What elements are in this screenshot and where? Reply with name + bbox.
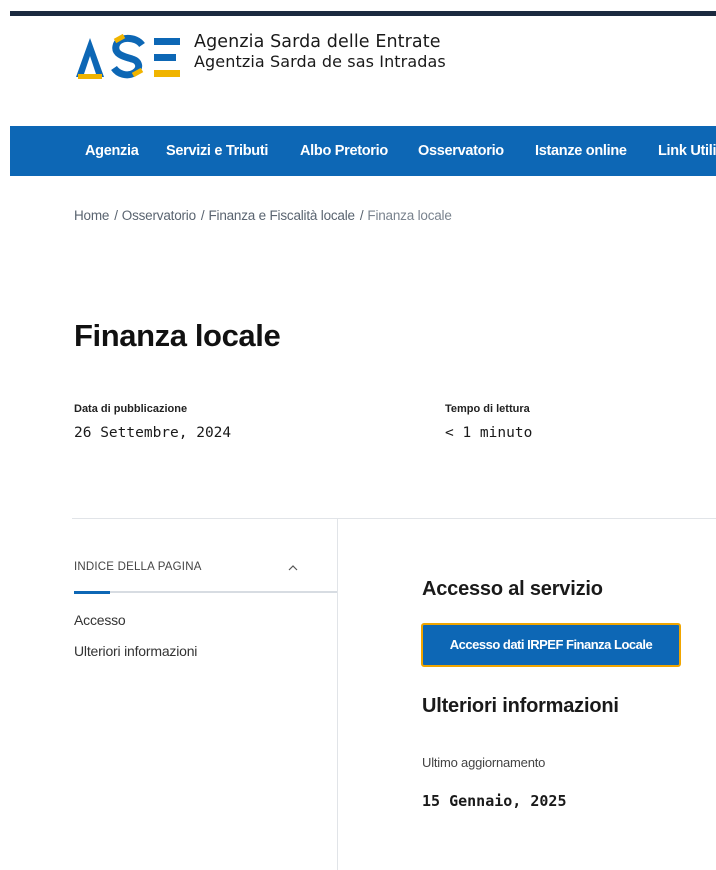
breadcrumb-home[interactable]: Home xyxy=(74,208,109,223)
last-update-label: Ultimo aggiornamento xyxy=(422,755,546,770)
breadcrumb-finanza-fiscalita[interactable]: Finanza e Fiscalità locale xyxy=(208,208,355,223)
breadcrumb: Home / Osservatorio / Finanza e Fiscalità lo… xyxy=(74,208,452,223)
section-title-more-info: Ulteriori informazioni xyxy=(422,695,619,717)
access-irpef-button[interactable]: Accesso dati IRPEF Finanza Locale xyxy=(421,623,681,667)
main-navigation: Agenzia Servizi e Tributi Albo Pretorio … xyxy=(10,126,716,176)
toc-progress-track xyxy=(74,591,337,593)
chevron-up-icon[interactable] xyxy=(285,560,301,576)
toc-link-ulteriori-informazioni[interactable]: Ulteriori informazioni xyxy=(74,643,197,659)
column-divider xyxy=(337,519,338,870)
breadcrumb-osservatorio[interactable]: Osservatorio xyxy=(122,208,196,223)
ase-logo[interactable] xyxy=(74,28,184,82)
reading-time-value: < 1 minuto xyxy=(445,425,533,441)
breadcrumb-separator: / xyxy=(114,208,118,223)
section-title-access: Accesso al servizio xyxy=(422,578,603,600)
publication-date-label: Data di pubblicazione xyxy=(74,403,188,415)
toc-heading: INDICE DELLA PAGINA xyxy=(74,561,202,573)
brand-line-sardinian: Agentzia Sarda de sas Intradas xyxy=(194,52,446,71)
brand-line-italian: Agenzia Sarda delle Entrate xyxy=(194,32,441,52)
nav-item-agenzia[interactable]: Agenzia xyxy=(85,126,139,176)
brand-name[interactable]: Agenzia Sarda delle Entrate Agentzia Sar… xyxy=(194,32,446,71)
nav-item-istanze-online[interactable]: Istanze online xyxy=(535,126,627,176)
publication-date-value: 26 Settembre, 2024 xyxy=(74,425,232,441)
nav-item-osservatorio[interactable]: Osservatorio xyxy=(418,126,504,176)
reading-time-label: Tempo di lettura xyxy=(445,403,530,415)
page-title: Finanza locale xyxy=(74,318,281,353)
toc-link-accesso[interactable]: Accesso xyxy=(74,612,126,628)
nav-item-servizi-e-tributi[interactable]: Servizi e Tributi xyxy=(166,126,268,176)
breadcrumb-current: Finanza locale xyxy=(367,208,452,223)
nav-item-link-utili[interactable]: Link Utili xyxy=(658,126,716,176)
nav-item-albo-pretorio[interactable]: Albo Pretorio xyxy=(300,126,388,176)
breadcrumb-separator: / xyxy=(359,208,364,223)
breadcrumb-separator: / xyxy=(200,208,205,223)
toc-progress-bar xyxy=(74,591,110,594)
content-divider xyxy=(72,518,716,519)
last-update-value: 15 Gennaio, 2025 xyxy=(422,792,567,810)
